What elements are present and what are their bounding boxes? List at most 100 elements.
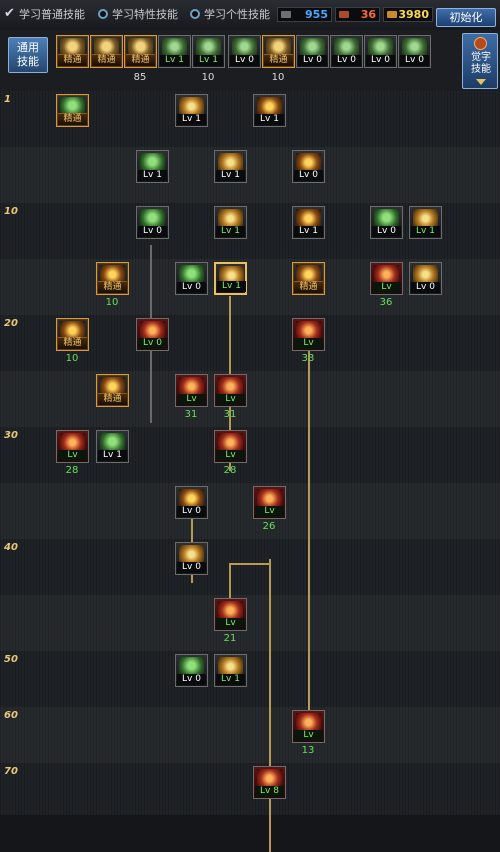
common-skill-slot-9[interactable]: Lv 0 — [330, 35, 363, 68]
skill-level-label: 精通 — [58, 337, 87, 349]
skill-prerequisite-line — [308, 351, 310, 711]
skill-level-label: 精通 — [126, 54, 155, 66]
tab-learn-common-skills[interactable]: ✔ 学习普通技能 — [4, 5, 85, 23]
common-skill-slot-1[interactable]: 精通 — [56, 35, 89, 68]
radio-icon — [98, 9, 108, 19]
common-skill-slot-6[interactable]: Lv 0 — [228, 35, 261, 68]
skill-node-23[interactable]: Lv — [214, 374, 247, 407]
skill-level-label: Lv 0 — [332, 55, 361, 66]
skill-node-28[interactable]: Lv — [253, 486, 286, 519]
skill-level-label: Lv 1 — [216, 674, 245, 685]
skill-node-31[interactable]: Lv 0 — [175, 654, 208, 687]
skill-tree-window: ✔ 学习普通技能 学习特性技能 学习个性技能 955 36 3980 初始化 通… — [0, 0, 500, 852]
radio-icon — [190, 9, 200, 19]
tab-learn-special-skills[interactable]: 学习特性技能 — [98, 5, 178, 23]
stat-gold: 3980 — [383, 7, 433, 22]
skill-required-level: 26 — [262, 521, 276, 532]
tab-learn-personal-skills[interactable]: 学习个性技能 — [190, 5, 270, 23]
skill-level-label: Lv 1 — [294, 226, 323, 237]
skill-prerequisite-line — [269, 559, 271, 852]
awakening-skills-button[interactable]: 觉字 技能 — [462, 33, 498, 89]
common-skill-slot-2[interactable]: 精通 — [90, 35, 123, 68]
skill-node-3[interactable]: Lv 1 — [253, 94, 286, 127]
skill-node-27[interactable]: Lv 0 — [175, 486, 208, 519]
skill-node-11[interactable]: Lv 1 — [409, 206, 442, 239]
skill-node-16[interactable]: Lv — [370, 262, 403, 295]
common-skill-slot-8[interactable]: Lv 0 — [296, 35, 329, 68]
skill-level-label: Lv 0 — [372, 226, 401, 237]
top-bar: ✔ 学习普通技能 学习特性技能 学习个性技能 955 36 3980 初始化 — [0, 0, 500, 31]
skill-node-32[interactable]: Lv 1 — [214, 654, 247, 687]
skill-node-2[interactable]: Lv 1 — [175, 94, 208, 127]
skill-node-9[interactable]: Lv 1 — [292, 206, 325, 239]
tab-learn-special-skills-label: 学习特性技能 — [112, 8, 178, 21]
skill-node-29[interactable]: Lv 0 — [175, 542, 208, 575]
reset-button[interactable]: 初始化 — [436, 8, 496, 27]
skill-level-label: Lv — [58, 450, 87, 461]
level-marker: 70 — [4, 766, 18, 777]
skill-node-33[interactable]: Lv — [292, 710, 325, 743]
checkmark-icon: ✔ — [4, 6, 15, 21]
skill-node-18[interactable]: 精通 — [56, 318, 89, 351]
level-marker: 60 — [4, 710, 18, 721]
skill-node-6[interactable]: Lv 0 — [292, 150, 325, 183]
tab-learn-personal-skills-label: 学习个性技能 — [204, 8, 270, 21]
skill-node-15[interactable]: 精通 — [292, 262, 325, 295]
skill-node-25[interactable]: Lv 1 — [96, 430, 129, 463]
skill-level-label: 精通 — [58, 54, 87, 66]
skill-node-20[interactable]: Lv — [292, 318, 325, 351]
skill-level-label: Lv 1 — [216, 170, 245, 181]
skill-level-label: 精通 — [264, 54, 293, 66]
common-skills-button[interactable]: 通用 技能 — [8, 37, 48, 73]
chevron-down-icon — [476, 79, 486, 85]
level-marker: 20 — [4, 318, 18, 329]
skill-prerequisite-line — [229, 563, 271, 565]
skill-level-label: Lv 1 — [98, 450, 127, 461]
skill-node-14[interactable]: Lv 1 — [214, 262, 247, 295]
skill-node-13[interactable]: Lv 0 — [175, 262, 208, 295]
common-skill-slot-4[interactable]: Lv 1 — [158, 35, 191, 68]
skill-node-1[interactable]: 精通 — [56, 94, 89, 127]
skill-node-24[interactable]: Lv — [56, 430, 89, 463]
skill-level-label: Lv — [177, 394, 206, 405]
skill-node-34[interactable]: Lv 8 — [253, 766, 286, 799]
skill-node-30[interactable]: Lv — [214, 598, 247, 631]
skill-level-label: Lv — [294, 730, 323, 741]
common-skill-slot-7[interactable]: 精通 — [262, 35, 295, 68]
common-skill-slot-10[interactable]: Lv 0 — [364, 35, 397, 68]
skill-node-22[interactable]: Lv — [175, 374, 208, 407]
skill-level-label: Lv 1 — [138, 170, 167, 181]
skill-level-label: Lv 8 — [255, 786, 284, 797]
skill-level-label: Lv 0 — [294, 170, 323, 181]
skill-node-4[interactable]: Lv 1 — [136, 150, 169, 183]
skill-level-label: Lv — [372, 282, 401, 293]
skill-level-label: Lv — [216, 394, 245, 405]
skill-node-21[interactable]: 精通 — [96, 374, 129, 407]
flame-icon — [474, 37, 487, 50]
skill-required-level: 31 — [223, 409, 237, 420]
common-skill-slot-5[interactable]: Lv 1 — [192, 35, 225, 68]
coin-icon — [387, 11, 397, 18]
skill-required-level: 28 — [223, 465, 237, 476]
level-row — [0, 147, 500, 203]
skill-level-label: Lv 1 — [217, 281, 246, 292]
level-row — [0, 651, 500, 707]
skill-required-level: 28 — [65, 465, 79, 476]
skill-level-label: Lv 1 — [194, 55, 223, 66]
skill-node-5[interactable]: Lv 1 — [214, 150, 247, 183]
skill-node-26[interactable]: Lv — [214, 430, 247, 463]
skill-node-7[interactable]: Lv 0 — [136, 206, 169, 239]
skill-level-label: Lv 0 — [138, 226, 167, 237]
common-skill-slot-11[interactable]: Lv 0 — [398, 35, 431, 68]
skill-level-label: Lv 0 — [230, 55, 259, 66]
skill-node-19[interactable]: Lv 0 — [136, 318, 169, 351]
skill-required-level: 33 — [301, 353, 315, 364]
skill-node-17[interactable]: Lv 0 — [409, 262, 442, 295]
skill-required-level: 31 — [184, 409, 198, 420]
skill-node-10[interactable]: Lv 0 — [370, 206, 403, 239]
awakening-skills-label: 觉字 技能 — [471, 52, 491, 75]
tp-icon — [339, 11, 349, 18]
common-skill-slot-3[interactable]: 精通 — [124, 35, 157, 68]
skill-node-8[interactable]: Lv 1 — [214, 206, 247, 239]
skill-node-12[interactable]: 精通 — [96, 262, 129, 295]
